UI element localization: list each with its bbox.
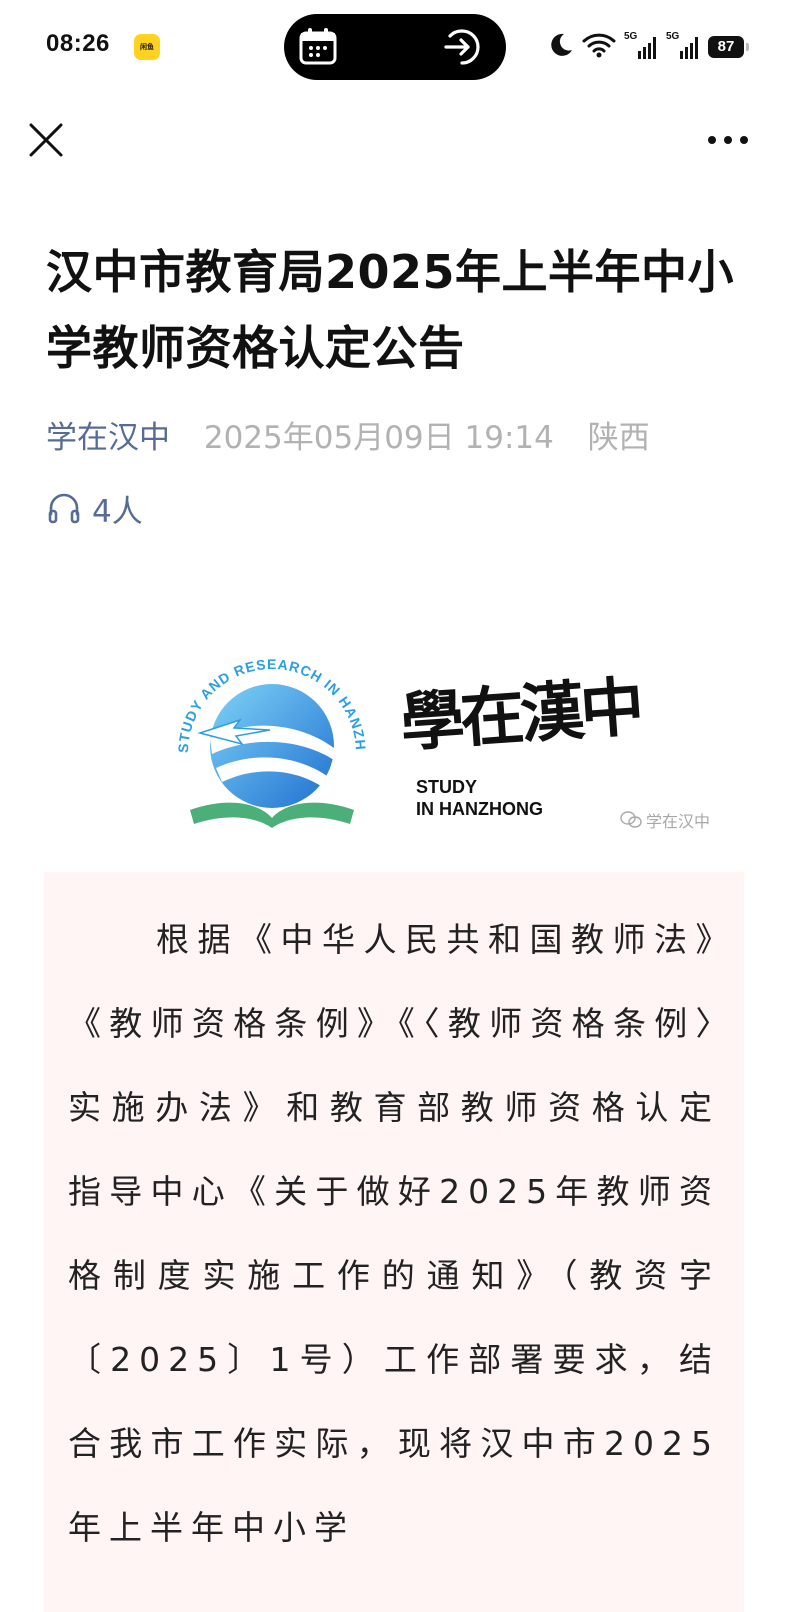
moon-icon: [548, 32, 574, 62]
logo-english-line-1: STUDY: [416, 777, 478, 797]
logo-english-line-2: IN HANZHONG: [416, 799, 543, 819]
listen-count: 4人: [92, 493, 143, 530]
close-button[interactable]: [24, 118, 68, 162]
wechat-watermark: 学在汉中: [620, 808, 710, 832]
account-name-link[interactable]: 学在汉中: [46, 420, 170, 456]
more-dots-icon: [708, 136, 748, 144]
headphones-icon: [48, 493, 80, 524]
listen-button[interactable]: 4人: [46, 488, 143, 530]
article-meta: 学在汉中 2025年05月09日 19:14 陕西: [46, 418, 766, 458]
signal-icon-2: 5G: [666, 31, 700, 59]
watermark-text: 学在汉中: [646, 812, 711, 831]
more-options-button[interactable]: [704, 124, 752, 156]
signal-icon: 5G: [624, 31, 658, 59]
logo-english-text: STUDY IN HANZHONG: [416, 776, 543, 820]
network-type-label: 5G: [624, 31, 638, 42]
wechat-icon: [620, 811, 642, 828]
status-bar: 08:26 闲鱼 5G 5G 87: [0, 0, 800, 92]
dynamic-island[interactable]: [284, 14, 506, 80]
publish-region: 陕西: [587, 420, 650, 456]
battery-icon: 87: [708, 36, 749, 58]
publish-date: 2025年05月09日 19:14: [203, 420, 554, 456]
calligraphy-logo-text: 學在漢中: [398, 669, 643, 762]
article-body: 根据《中华人民共和国教师法》《教师资格条例》《〈教师资格条例〉实施办法》和教育部…: [44, 872, 744, 1612]
status-time: 08:26: [46, 30, 110, 57]
wifi-icon: [582, 32, 616, 62]
account-logo-image: STUDY AND RESEARCH IN HANZHONG 學在漢中 STUD…: [160, 628, 760, 848]
network-type-label-2: 5G: [666, 31, 680, 42]
globe-logo-icon: STUDY AND RESEARCH IN HANZHONG: [160, 628, 368, 828]
calendar-icon: [298, 28, 338, 70]
article-title: 汉中市教育局2025年上半年中小学教师资格认定公告: [46, 245, 735, 375]
body-paragraph: 根据《中华人民共和国教师法》《教师资格条例》《〈教师资格条例〉实施办法》和教育部…: [68, 920, 720, 1547]
app-badge-icon: 闲鱼: [134, 34, 160, 60]
enter-arrow-icon: [442, 28, 482, 70]
status-indicators: 5G 5G 87: [548, 30, 749, 64]
close-icon: [29, 123, 63, 157]
